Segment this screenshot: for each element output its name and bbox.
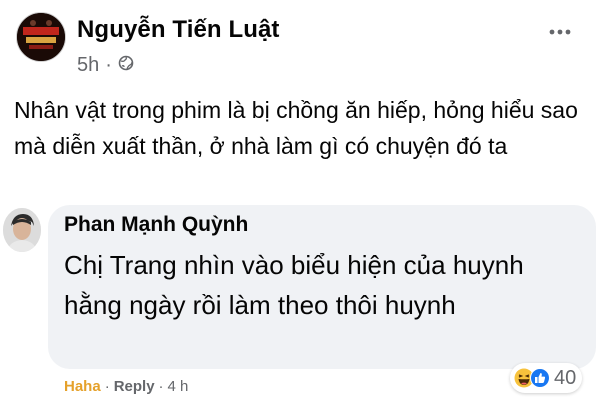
commenter-avatar[interactable] bbox=[3, 208, 41, 252]
comment-bubble: Phan Mạnh Quỳnh Chị Trang nhìn vào biểu … bbox=[48, 205, 596, 369]
post-header: Nguyễn Tiến Luật 5h · bbox=[14, 8, 586, 80]
reaction-count: 40 bbox=[554, 366, 577, 389]
post-author-name[interactable]: Nguyễn Tiến Luật bbox=[77, 16, 280, 44]
reply-button[interactable]: Reply bbox=[114, 378, 155, 395]
action-separator: · bbox=[104, 378, 110, 395]
post-meta: 5h · bbox=[77, 54, 134, 77]
globe-icon[interactable] bbox=[118, 54, 134, 77]
comment-time[interactable]: 4 h bbox=[168, 378, 189, 395]
comment-text: Chị Trang nhìn vào biểu hiện của huynh h… bbox=[64, 250, 524, 320]
meta-separator: · bbox=[105, 54, 112, 76]
more-options-button[interactable] bbox=[546, 18, 574, 46]
more-dots-icon bbox=[549, 29, 571, 35]
like-icon bbox=[530, 368, 550, 388]
action-separator: · bbox=[158, 378, 164, 395]
commenter-avatar-image bbox=[3, 208, 41, 252]
post-body-text: Nhân vật trong phim là bị chồng ăn hiếp,… bbox=[14, 97, 578, 159]
comment-reactions[interactable]: 40 bbox=[510, 363, 583, 393]
comment-actions: Haha · Reply · 4 h bbox=[64, 378, 188, 395]
page-avatar-image bbox=[17, 13, 65, 61]
comment-author-name[interactable]: Phan Mạnh Quỳnh bbox=[64, 213, 248, 237]
page-avatar[interactable] bbox=[16, 12, 66, 62]
post-time[interactable]: 5h bbox=[77, 54, 99, 77]
haha-reaction-button[interactable]: Haha bbox=[64, 378, 101, 395]
